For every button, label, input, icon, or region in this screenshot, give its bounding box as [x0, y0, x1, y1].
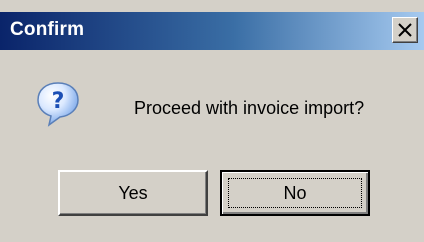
confirm-message: Proceed with invoice import? — [134, 98, 365, 118]
yes-button[interactable]: Yes — [58, 170, 208, 216]
close-icon — [398, 23, 412, 37]
title-bar[interactable]: Confirm — [0, 12, 424, 50]
window-title: Confirm — [10, 19, 85, 40]
dialog-body: ? Proceed with invoice import? Yes No — [0, 50, 424, 242]
no-button-label: No — [283, 183, 307, 203]
no-button[interactable]: No — [220, 170, 370, 216]
question-icon: ? — [37, 82, 79, 127]
yes-button-label: Yes — [118, 183, 148, 203]
confirm-dialog: Confirm ? Proceed with invoice import? Y… — [0, 0, 424, 242]
svg-text:?: ? — [52, 89, 65, 114]
close-button[interactable] — [392, 17, 418, 43]
